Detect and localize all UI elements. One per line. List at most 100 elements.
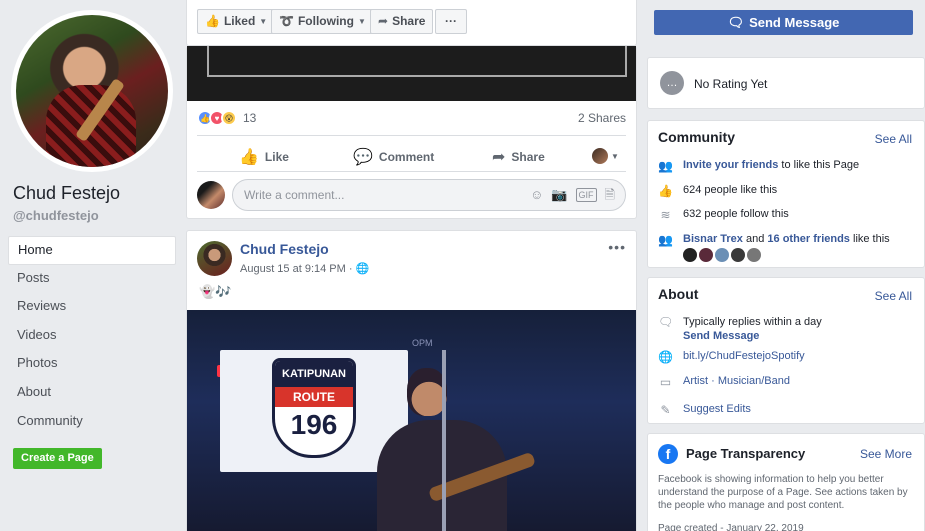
likes-count[interactable]: 624 people like this [683, 184, 777, 196]
share-arrow-icon: ➦ [492, 149, 506, 166]
share-button[interactable]: ➦ Share [492, 147, 545, 167]
page-created-date: Page created - January 22, 2019 [658, 523, 804, 531]
separator: · [348, 263, 353, 275]
post-options-icon[interactable]: ••• [608, 239, 626, 255]
category-link[interactable]: Artist · Musician/Band [683, 375, 790, 387]
invite-friends-link[interactable]: Invite your friends [683, 159, 778, 171]
post-photo[interactable]: OPM KATIPUNAN ROUTE 196 [187, 310, 636, 531]
profile-picture[interactable] [11, 10, 173, 172]
nav-item-reviews[interactable]: Reviews [8, 293, 176, 322]
about-title: About [658, 286, 699, 302]
following-button[interactable]: ➰ Following ▼ [271, 9, 374, 34]
community-title: Community [658, 129, 735, 145]
share-page-button[interactable]: ➦ Share [370, 9, 434, 34]
like-label: Like [264, 150, 289, 164]
comment-tools: ☺ 📷 GIF 🗎 [530, 180, 615, 210]
transparency-see-more-link[interactable]: See More [860, 447, 912, 461]
rating-card: … No Rating Yet [647, 57, 925, 109]
globe-icon: 🌐 [658, 350, 673, 364]
share-label: Share [392, 14, 426, 28]
post-author[interactable]: Chud Festejo [240, 241, 329, 257]
website-link[interactable]: bit.ly/ChudFestejoSpotify [683, 350, 805, 362]
invite-row: 👥 Invite your friends to like this Page [658, 159, 859, 173]
nav-item-community[interactable]: Community [8, 408, 176, 437]
messenger-icon: 🗨 [658, 315, 674, 329]
friend-name-link[interactable]: Bisnar Trex [683, 233, 743, 245]
friend-avatar[interactable] [699, 248, 713, 262]
nav-item-videos[interactable]: Videos [8, 322, 176, 351]
response-time: Typically replies within a day [683, 316, 822, 328]
suggest-edits-row: ✎ Suggest Edits [658, 403, 751, 417]
about-card: About See All 🗨 Typically replies within… [647, 277, 925, 424]
transparency-title: Page Transparency [686, 446, 806, 461]
share-arrow-icon: ➦ [378, 14, 389, 28]
shares-count[interactable]: 2 Shares [578, 111, 626, 125]
nav-item-photos[interactable]: Photos [8, 350, 176, 379]
website-row: 🌐 bit.ly/ChudFestejoSpotify [658, 350, 805, 364]
shield-top-text: KATIPUNAN [275, 361, 353, 387]
send-message-button[interactable]: 🗨 Send Message [654, 10, 913, 35]
profile-photo-image [16, 15, 168, 167]
performer-figure [377, 360, 537, 531]
author-avatar[interactable] [197, 241, 232, 276]
about-see-all-link[interactable]: See All [875, 289, 912, 303]
facebook-logo-icon: f [658, 444, 678, 464]
emoji-icon[interactable]: ☺ [530, 180, 543, 210]
nav-item-posts[interactable]: Posts [8, 265, 176, 294]
thumbs-up-icon: 👍 [239, 149, 259, 166]
comment-input[interactable]: Write a comment... ☺ 📷 GIF 🗎 [232, 179, 626, 211]
create-page-button[interactable]: Create a Page [13, 448, 102, 469]
more-options-button[interactable]: ··· [435, 9, 467, 34]
friend-avatar[interactable] [715, 248, 729, 262]
shield-mid-text: ROUTE [275, 387, 353, 407]
nav-item-about[interactable]: About [8, 379, 176, 408]
category-row: ▭ Artist · Musician/Band [658, 375, 790, 389]
send-message-label: Send Message [749, 15, 840, 30]
post-time[interactable]: August 15 at 9:14 PM [240, 263, 346, 275]
thumbs-up-icon: 👍 [205, 14, 220, 28]
comment-button[interactable]: 💬 Comment [353, 147, 434, 167]
friends-row: 👥 Bisnar Trex and 16 other friends like … [658, 233, 890, 247]
liked-button[interactable]: 👍 Liked ▼ [197, 9, 276, 34]
friend-and: and [745, 233, 765, 245]
liked-label: Liked [223, 14, 256, 28]
page-transparency-card: f Page Transparency See More Facebook is… [647, 433, 925, 531]
suggest-edits-link[interactable]: Suggest Edits [683, 403, 751, 415]
chevron-down-icon: ▼ [357, 17, 366, 26]
mic-stand [442, 350, 446, 531]
reactions-summary[interactable]: 👍 ♥ 😮 13 [197, 110, 256, 126]
commenter-avatar [197, 181, 225, 209]
friend-avatar[interactable] [747, 248, 761, 262]
category-icon: ▭ [659, 375, 672, 389]
post-timestamp: August 15 at 9:14 PM · 🌐 [240, 262, 369, 275]
banner-corner-text: OPM [412, 338, 433, 348]
friend-avatar[interactable] [683, 248, 697, 262]
page-title[interactable]: Chud Festejo [13, 183, 120, 204]
post-image[interactable] [187, 46, 636, 101]
page-username[interactable]: @chudfestejo [13, 208, 99, 223]
camera-icon[interactable]: 📷 [551, 180, 567, 210]
route-shield-logo: KATIPUNAN ROUTE 196 [272, 358, 356, 458]
like-button[interactable]: 👍 Like [239, 147, 289, 167]
send-message-link[interactable]: Send Message [683, 330, 759, 342]
review-icon: … [660, 71, 684, 95]
friend-avatar[interactable] [731, 248, 745, 262]
post-as-avatar[interactable] [592, 148, 608, 164]
globe-icon[interactable]: 🌐 [356, 263, 370, 275]
invite-rest: to like this Page [781, 159, 860, 171]
pencil-icon: ✎ [660, 403, 671, 417]
chevron-down-icon: ▼ [259, 17, 268, 26]
sticker-icon[interactable]: 🗎 [605, 180, 615, 210]
post-text: 👻🎶 [199, 284, 232, 299]
nav-item-home[interactable]: Home [8, 236, 176, 265]
chevron-down-icon[interactable]: ▼ [611, 152, 619, 161]
other-friends-link[interactable]: 16 other friends [767, 233, 850, 245]
follows-count[interactable]: 632 people follow this [683, 208, 789, 220]
transparency-description: Facebook is showing information to help … [658, 474, 908, 511]
people-icon: 👥 [658, 159, 673, 173]
community-see-all-link[interactable]: See All [875, 132, 912, 146]
likes-row: 👍 624 people like this [658, 184, 777, 198]
gif-icon[interactable]: GIF [575, 188, 597, 202]
rating-text: No Rating Yet [694, 77, 768, 91]
comment-icon: 💬 [353, 149, 373, 166]
